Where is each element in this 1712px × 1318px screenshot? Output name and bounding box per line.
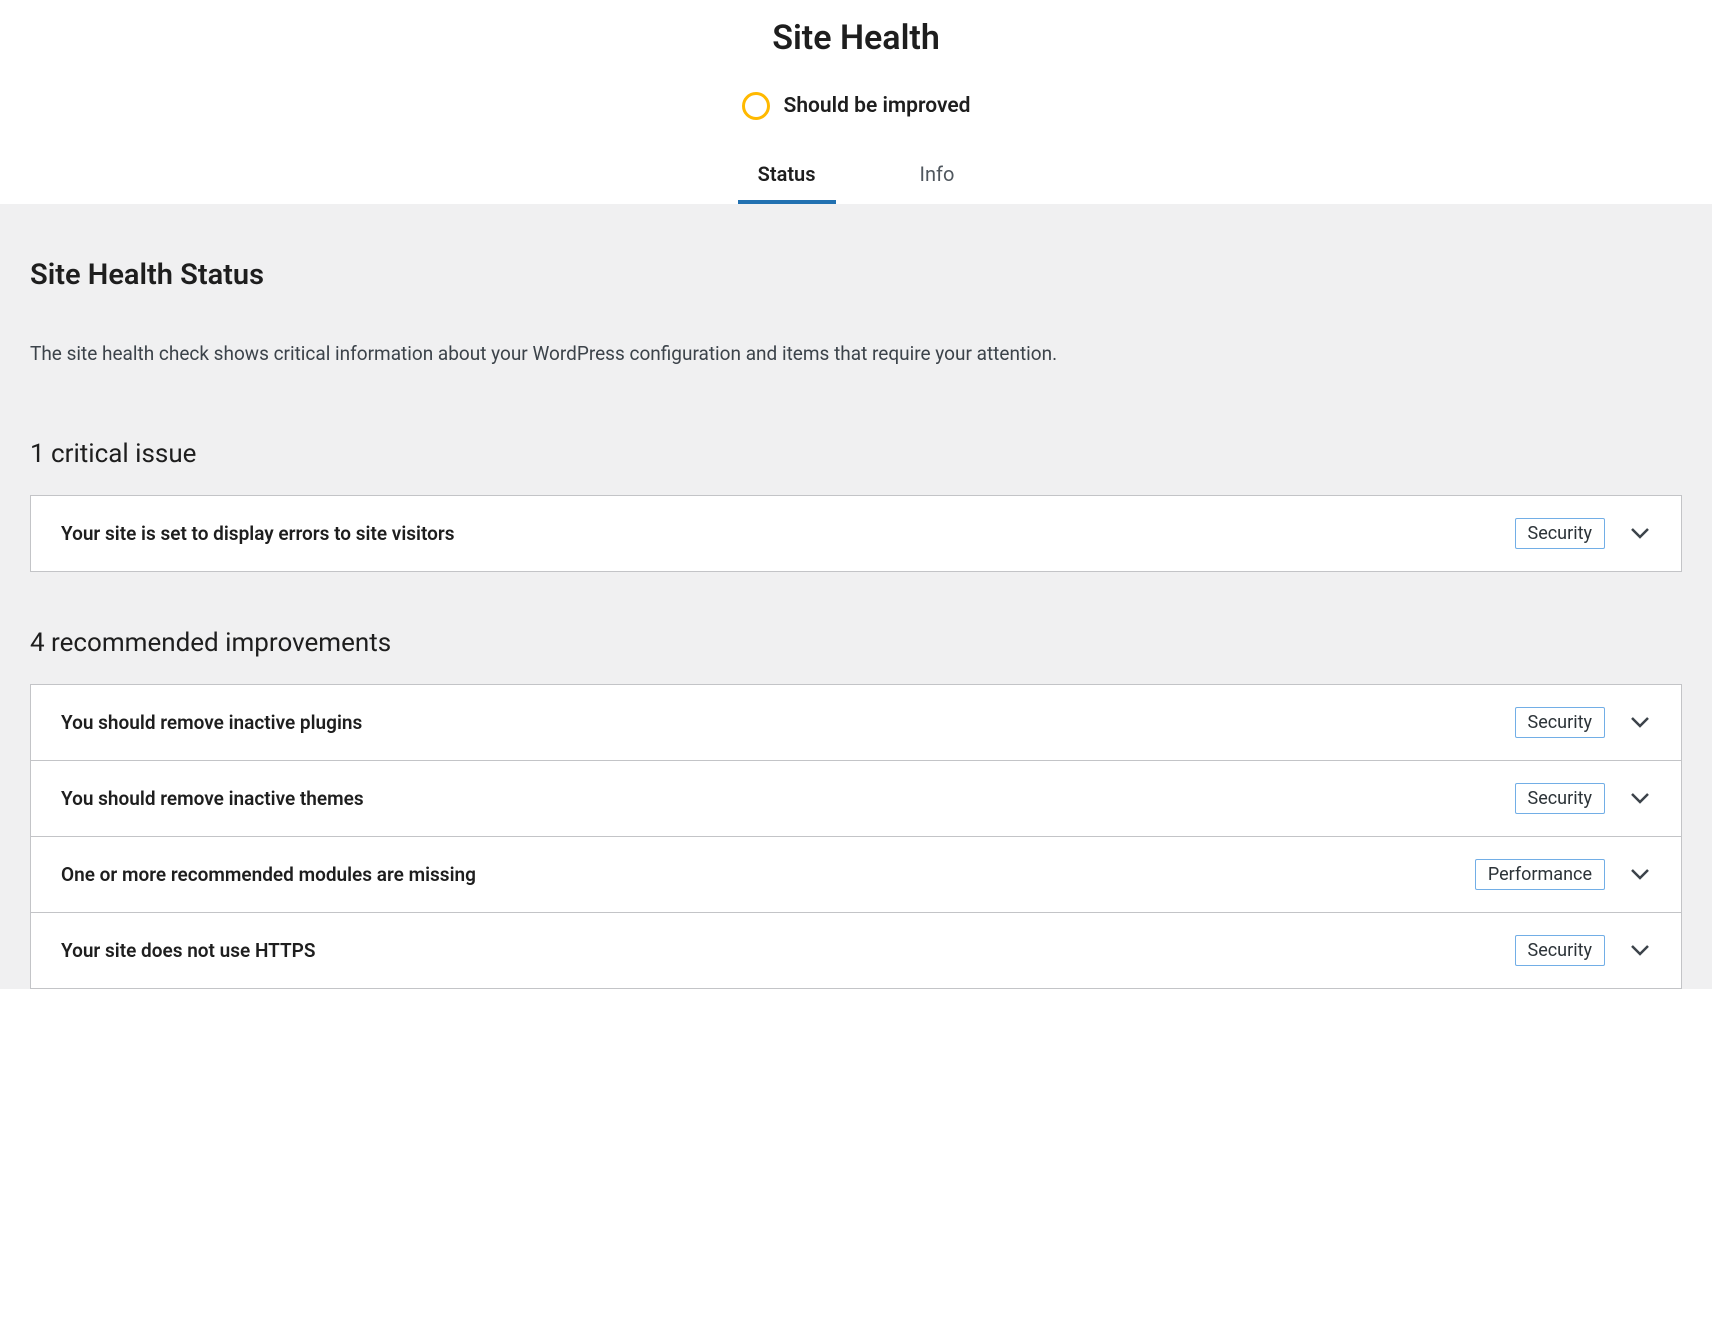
section-title: Site Health Status [30, 258, 1682, 292]
accordion-item-title: Your site does not use HTTPS [61, 939, 315, 962]
accordion-item[interactable]: Your site is set to display errors to si… [30, 495, 1682, 572]
badge-security: Security [1515, 935, 1605, 966]
accordion-item-meta: Performance [1475, 859, 1651, 890]
accordion-item-title: You should remove inactive themes [61, 787, 364, 810]
recommended-improvements-list: You should remove inactive plugins Secur… [30, 684, 1682, 989]
chevron-down-icon [1629, 787, 1651, 809]
badge-security: Security [1515, 518, 1605, 549]
critical-issues-list: Your site is set to display errors to si… [30, 495, 1682, 572]
badge-security: Security [1515, 783, 1605, 814]
status-label: Should be improved [784, 94, 971, 118]
body-section: Site Health Status The site health check… [0, 204, 1712, 989]
accordion-item-title: You should remove inactive plugins [61, 711, 362, 734]
accordion-item[interactable]: You should remove inactive themes Securi… [30, 760, 1682, 836]
critical-issues-heading: 1 critical issue [30, 439, 1682, 469]
tabs: Status Info [0, 148, 1712, 204]
accordion-item-meta: Security [1515, 783, 1651, 814]
accordion-item-meta: Security [1515, 935, 1651, 966]
status-progress-icon [742, 92, 770, 120]
status-summary: Should be improved [742, 92, 971, 120]
page-title: Site Health [0, 18, 1712, 58]
accordion-item[interactable]: Your site does not use HTTPS Security [30, 912, 1682, 989]
recommended-improvements-heading: 4 recommended improvements [30, 628, 1682, 658]
tab-status[interactable]: Status [746, 148, 828, 204]
badge-security: Security [1515, 707, 1605, 738]
accordion-item-title: One or more recommended modules are miss… [61, 863, 476, 886]
accordion-item[interactable]: You should remove inactive plugins Secur… [30, 684, 1682, 760]
header-section: Site Health Should be improved Status In… [0, 0, 1712, 204]
chevron-down-icon [1629, 863, 1651, 885]
section-description: The site health check shows critical inf… [30, 340, 1682, 369]
chevron-down-icon [1629, 522, 1651, 544]
tab-info[interactable]: Info [908, 148, 967, 204]
accordion-item[interactable]: One or more recommended modules are miss… [30, 836, 1682, 912]
accordion-item-title: Your site is set to display errors to si… [61, 522, 454, 545]
chevron-down-icon [1629, 711, 1651, 733]
chevron-down-icon [1629, 939, 1651, 961]
accordion-item-meta: Security [1515, 707, 1651, 738]
accordion-item-meta: Security [1515, 518, 1651, 549]
badge-performance: Performance [1475, 859, 1605, 890]
